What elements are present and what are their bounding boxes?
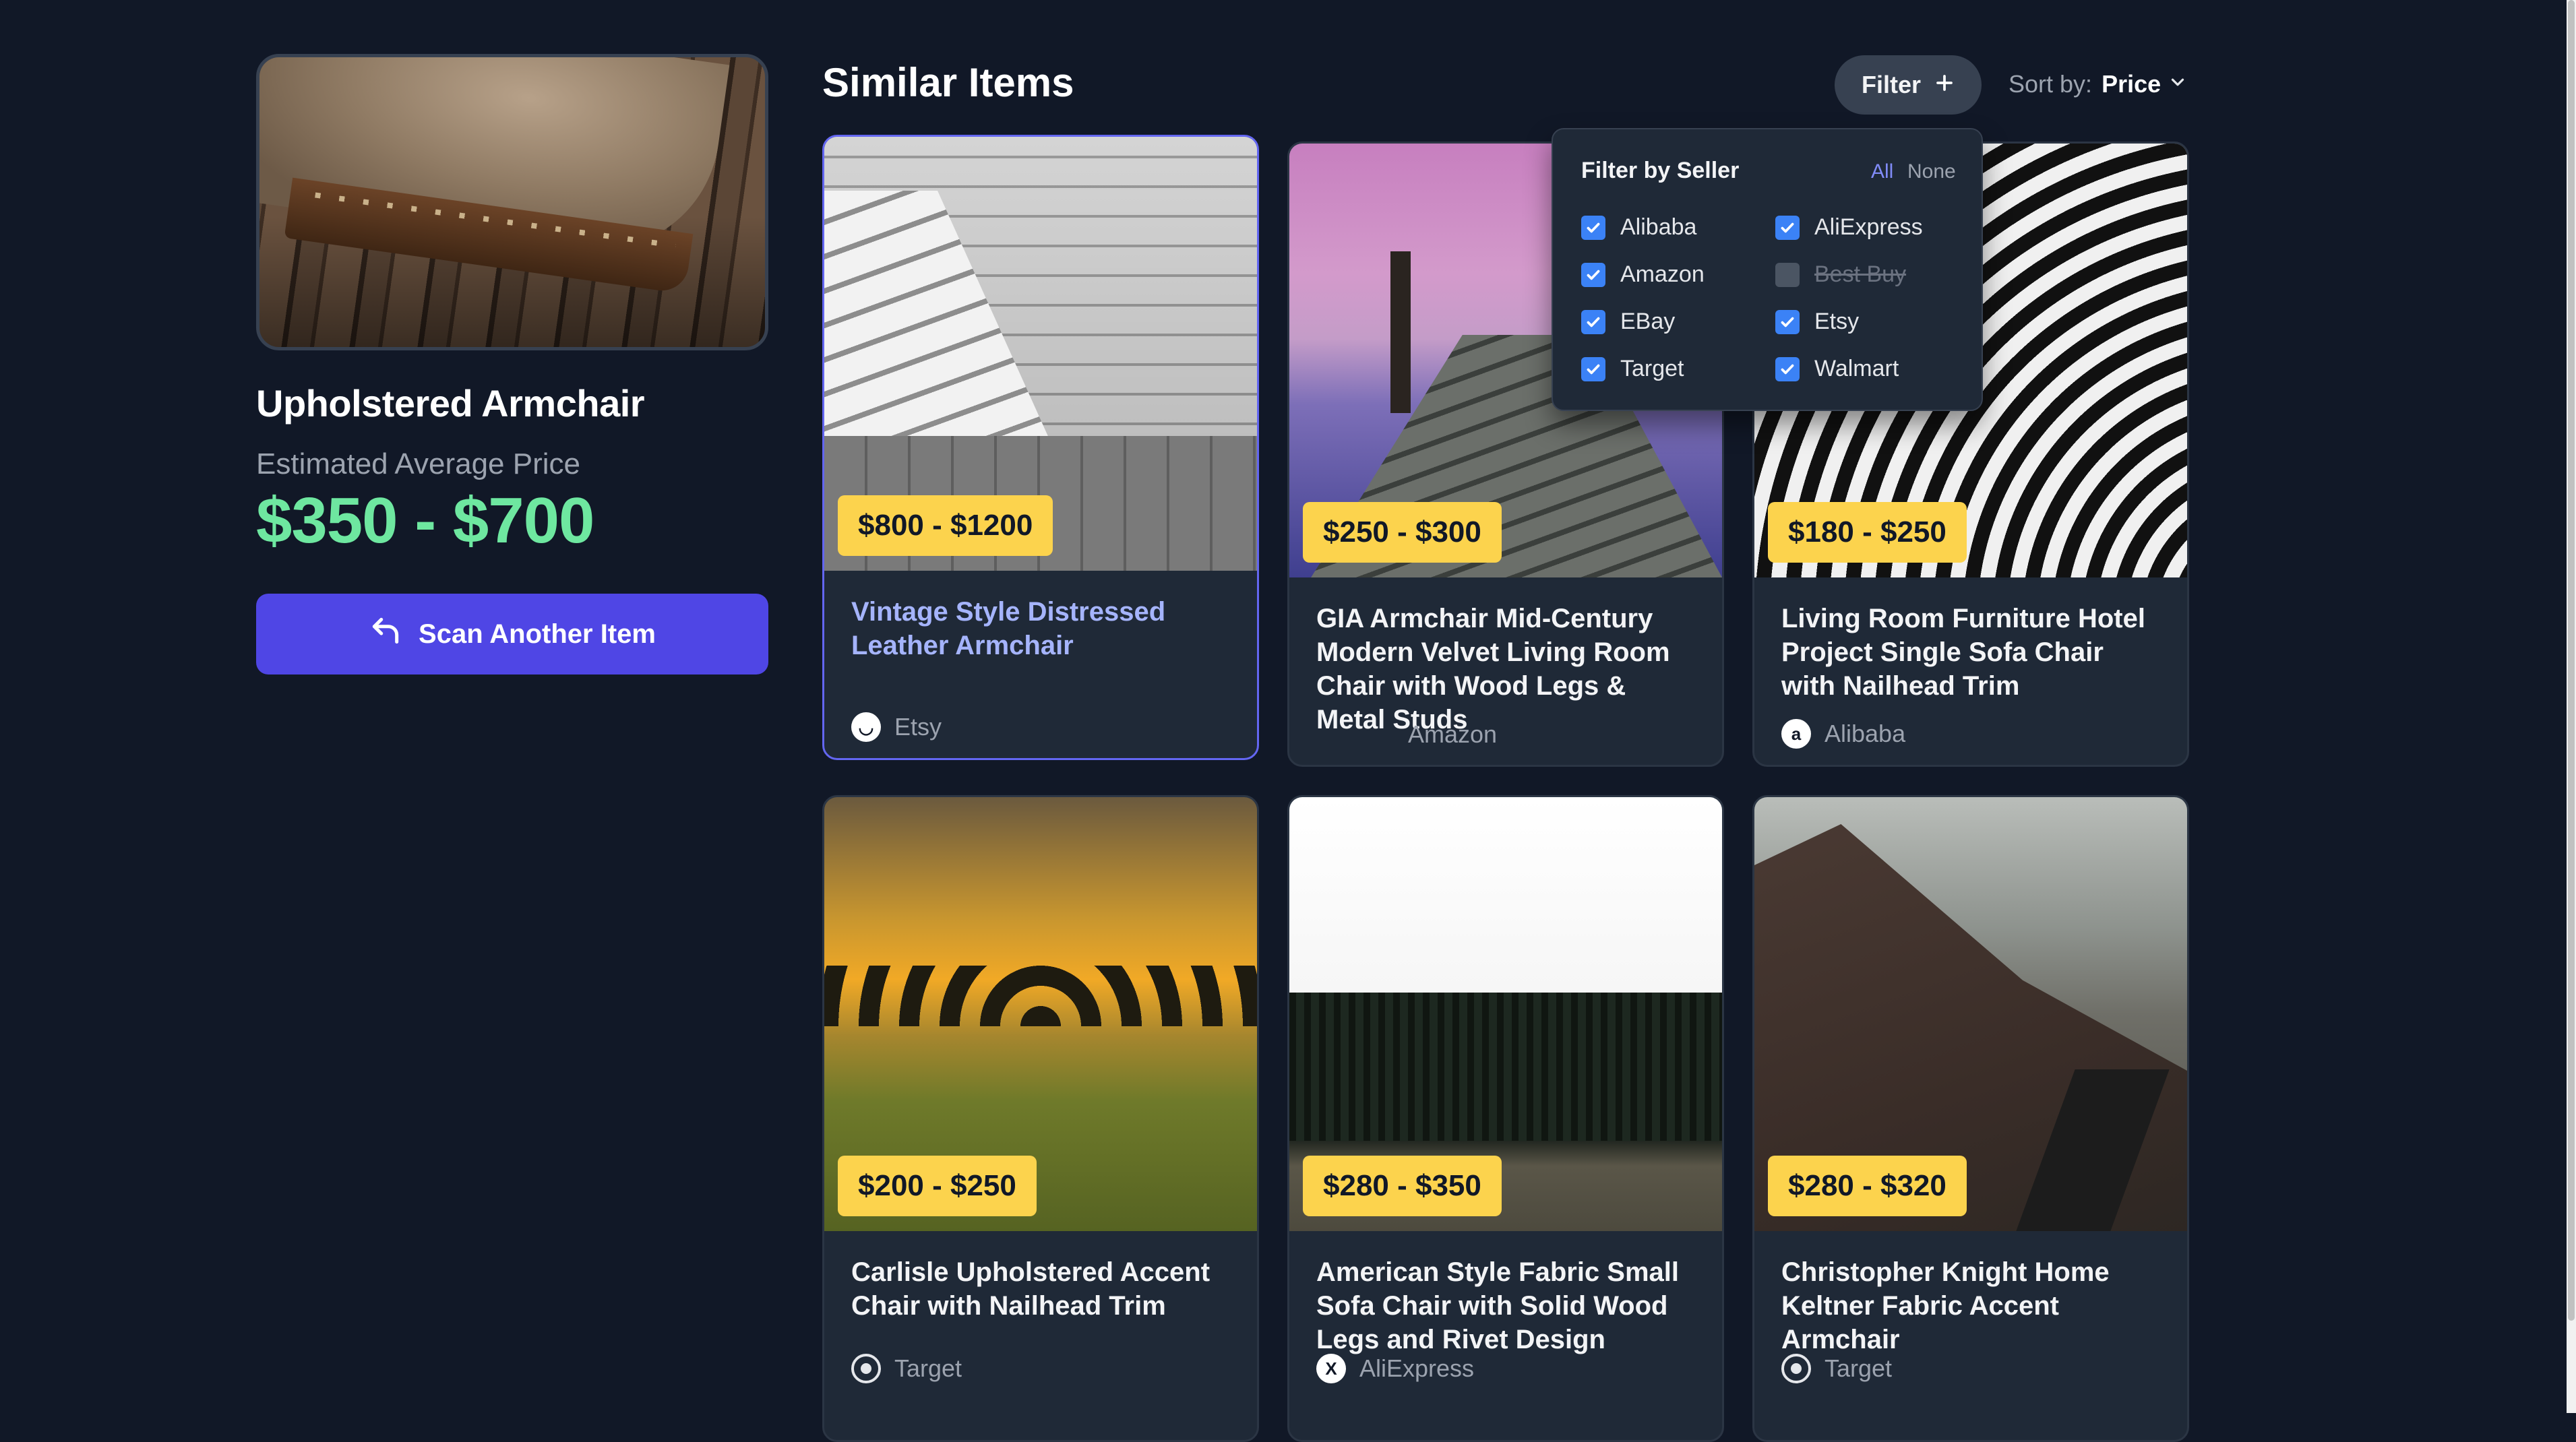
seller-name: Target	[1824, 1354, 1893, 1382]
chevron-down-icon	[2168, 70, 2188, 98]
page-scrollbar[interactable]	[2567, 0, 2576, 1413]
seller-name: AliExpress	[1359, 1354, 1475, 1382]
scan-another-label: Scan Another Item	[419, 619, 656, 649]
item-name[interactable]: GIA Armchair Mid-Century Modern Velvet L…	[1316, 602, 1695, 736]
seller: a Alibaba	[1781, 719, 1905, 749]
estimate-label: Estimated Average Price	[256, 447, 580, 480]
checkbox-checked-icon[interactable]	[1775, 309, 1800, 334]
sort-value: Price	[2102, 70, 2161, 98]
filter-option-aliexpress[interactable]: AliExpress	[1775, 214, 1923, 241]
target-icon	[851, 1354, 881, 1383]
alibaba-icon: a	[1781, 719, 1811, 749]
checkbox-checked-icon[interactable]	[1775, 215, 1800, 240]
filter-popover: Filter by Seller All None Alibaba AliExp…	[1552, 128, 1983, 411]
sort-control: Sort by: Price	[2008, 70, 2188, 98]
filter-option-walmart[interactable]: Walmart	[1775, 356, 1899, 382]
checkbox-checked-icon[interactable]	[1775, 356, 1800, 381]
scrollbar-thumb[interactable]	[2568, 0, 2575, 1321]
item-name[interactable]: Christopher Knight Home Keltner Fabric A…	[1781, 1255, 2160, 1356]
plus-icon	[1934, 71, 1955, 99]
checkbox-checked-icon[interactable]	[1581, 309, 1605, 334]
seller: ◡ Etsy	[851, 712, 942, 742]
price-badge: $180 - $250	[1768, 502, 1967, 563]
checkbox-unchecked-icon[interactable]	[1775, 262, 1800, 287]
seller-name: Amazon	[1408, 720, 1498, 748]
item-image: $280 - $350	[1289, 797, 1722, 1231]
filter-button[interactable]: Filter	[1835, 55, 1982, 115]
filter-option-best-buy[interactable]: Best Buy	[1775, 261, 1906, 288]
seller: Target	[1781, 1354, 1892, 1383]
seller: Amazon	[1408, 720, 1497, 749]
checkbox-checked-icon[interactable]	[1581, 356, 1605, 381]
price-badge: $280 - $350	[1303, 1156, 1502, 1216]
section-title: Similar Items	[822, 60, 1074, 105]
sort-dropdown[interactable]: Price	[2102, 70, 2188, 98]
aliexpress-icon: X	[1316, 1354, 1346, 1383]
product-title: Upholstered Armchair	[256, 382, 645, 425]
item-name[interactable]: American Style Fabric Small Sofa Chair w…	[1316, 1255, 1695, 1356]
target-icon	[1781, 1354, 1811, 1383]
select-all-link[interactable]: All	[1871, 160, 1893, 183]
item-card[interactable]: $200 - $250 Carlisle Upholstered Accent …	[822, 795, 1259, 1442]
filter-option-etsy[interactable]: Etsy	[1775, 309, 1859, 335]
seller-name: Etsy	[894, 713, 942, 741]
estimate-price: $350 - $700	[256, 484, 594, 557]
filter-option-target[interactable]: Target	[1581, 356, 1684, 382]
price-badge: $800 - $1200	[838, 495, 1053, 556]
seller: X AliExpress	[1316, 1354, 1474, 1383]
item-name[interactable]: Vintage Style Distressed Leather Armchai…	[851, 595, 1230, 662]
item-name[interactable]: Living Room Furniture Hotel Project Sing…	[1781, 602, 2160, 703]
item-image: $200 - $250	[824, 797, 1257, 1231]
etsy-icon: ◡	[851, 712, 881, 742]
price-badge: $280 - $320	[1768, 1156, 1967, 1216]
price-badge: $250 - $300	[1303, 502, 1502, 563]
item-image: $800 - $1200	[824, 137, 1257, 571]
undo-arrow-icon	[369, 614, 402, 654]
item-card[interactable]: $800 - $1200 Vintage Style Distressed Le…	[822, 135, 1259, 760]
seller-name: Alibaba	[1824, 720, 1906, 747]
filter-option-amazon[interactable]: Amazon	[1581, 261, 1705, 288]
checkbox-checked-icon[interactable]	[1581, 262, 1605, 287]
scan-another-button[interactable]: Scan Another Item	[256, 594, 768, 675]
filter-popover-title: Filter by Seller	[1581, 158, 1740, 183]
scanned-item-image	[256, 54, 768, 350]
seller: Target	[851, 1354, 962, 1383]
select-none-link[interactable]: None	[1907, 160, 1956, 183]
checkbox-checked-icon[interactable]	[1581, 215, 1605, 240]
filter-label: Filter	[1861, 71, 1921, 98]
seller-name: Target	[894, 1354, 962, 1382]
filter-option-alibaba[interactable]: Alibaba	[1581, 214, 1696, 241]
item-image: $280 - $320	[1754, 797, 2187, 1231]
item-name[interactable]: Carlisle Upholstered Accent Chair with N…	[851, 1255, 1230, 1323]
item-card[interactable]: $280 - $350 American Style Fabric Small …	[1287, 795, 1724, 1442]
price-badge: $200 - $250	[838, 1156, 1037, 1216]
filter-option-ebay[interactable]: EBay	[1581, 309, 1675, 335]
item-card[interactable]: $280 - $320 Christopher Knight Home Kelt…	[1752, 795, 2189, 1442]
sort-label: Sort by:	[2008, 70, 2093, 98]
